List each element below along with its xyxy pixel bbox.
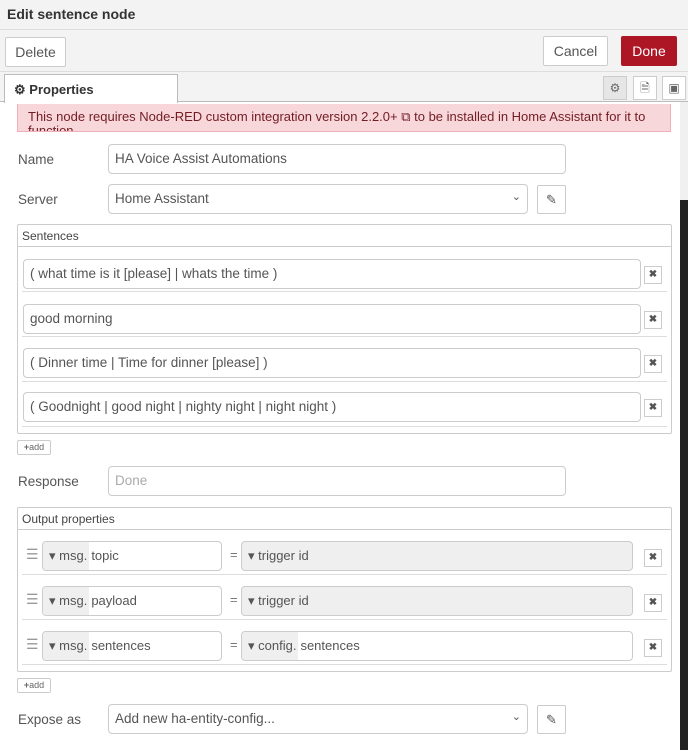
sentence-input[interactable]: ( Goodnight | good night | nighty night … [23, 392, 641, 422]
remove-close-icon[interactable]: ✖ [644, 594, 662, 612]
sentences-list: Sentences ( what time is it [please] | w… [17, 224, 672, 434]
name-label: Name [18, 152, 55, 167]
remove-close-icon[interactable]: ✖ [644, 549, 662, 567]
property-input[interactable]: ▾ msg. payload [42, 586, 222, 616]
expose-value: Add new ha-entity-config... [115, 711, 275, 726]
sentences-header: Sentences [18, 225, 671, 247]
property-input[interactable]: ▾ msg. sentences [42, 631, 222, 661]
output-properties-list: Output properties ☰ ▾ msg. topic = ▾ trig… [17, 507, 672, 672]
sentence-input[interactable]: good morning [23, 304, 641, 334]
output-row: ☰ ▾ msg. payload = ▾ trigger id ✖ [22, 576, 667, 620]
chevron-down-icon: ⌄ [511, 711, 521, 723]
server-value: Home Assistant [115, 191, 209, 206]
output-properties-header: Output properties [18, 508, 671, 530]
drag-handle-icon[interactable]: ☰ [26, 546, 39, 563]
remove-close-icon[interactable]: ✖ [644, 355, 662, 373]
value-input[interactable]: ▾ trigger id [241, 541, 633, 571]
drag-handle-icon[interactable]: ☰ [26, 636, 39, 653]
chevron-down-icon: ⌄ [511, 191, 521, 203]
add-sentence-button[interactable]: +add [17, 440, 51, 455]
remove-close-icon[interactable]: ✖ [644, 639, 662, 657]
equals-sign: = [230, 637, 238, 652]
remove-close-icon[interactable]: ✖ [644, 311, 662, 329]
toolbar: Delete Cancel Done [0, 30, 688, 72]
appearance-frame-icon[interactable]: ▣ [662, 76, 686, 100]
settings-tab-gear-icon[interactable]: ⚙ [603, 76, 627, 100]
expose-label: Expose as [18, 712, 82, 727]
properties-panel: This node requires Node-RED custom integ… [0, 102, 680, 750]
remove-close-icon[interactable]: ✖ [644, 266, 662, 284]
edit-expose-pencil-icon[interactable]: ✎ [537, 705, 566, 734]
equals-sign: = [230, 592, 238, 607]
scrollbar-thumb[interactable] [680, 200, 688, 750]
output-row: ☰ ▾ msg. sentences = ▾ config. sentences ✖ [22, 621, 667, 665]
remove-close-icon[interactable]: ✖ [644, 399, 662, 417]
description-document-icon[interactable]: 🗎 [633, 76, 657, 100]
tab-label: Properties [29, 82, 94, 97]
server-select[interactable]: Home Assistant ⌄ [108, 184, 528, 214]
delete-button[interactable]: Delete [5, 37, 66, 67]
response-placeholder: Done [115, 473, 148, 488]
output-row: ☰ ▾ msg. topic = ▾ trigger id ✖ [22, 531, 667, 575]
value-input[interactable]: ▾ config. sentences [241, 631, 633, 661]
done-button[interactable]: Done [621, 36, 677, 66]
integration-notice: This node requires Node-RED custom integ… [17, 104, 671, 132]
list-item: ( Dinner time | Time for dinner [please]… [22, 338, 667, 382]
server-label: Server [18, 192, 58, 207]
property-input[interactable]: ▾ msg. topic [42, 541, 222, 571]
edit-server-pencil-icon[interactable]: ✎ [537, 185, 566, 214]
gear-icon: ⚙ [14, 82, 26, 97]
sentence-input[interactable]: ( what time is it [please] | whats the t… [23, 259, 641, 289]
drag-handle-icon[interactable]: ☰ [26, 591, 39, 608]
tab-bar: ⚙ Properties ⚙ 🗎 ▣ [0, 72, 688, 103]
cancel-button[interactable]: Cancel [543, 36, 608, 66]
expose-select[interactable]: Add new ha-entity-config... ⌄ [108, 704, 528, 734]
response-label: Response [18, 474, 79, 489]
list-item: ( Goodnight | good night | nighty night … [22, 383, 667, 427]
add-output-button[interactable]: +add [17, 678, 51, 693]
response-input[interactable]: Done [108, 466, 566, 496]
dialog-title: Edit sentence node [0, 0, 688, 30]
tab-properties[interactable]: ⚙ Properties [4, 74, 178, 103]
list-item: good morning ✖ [22, 293, 667, 337]
name-input[interactable]: HA Voice Assist Automations [108, 144, 566, 174]
value-input[interactable]: ▾ trigger id [241, 586, 633, 616]
list-item: ( what time is it [please] | whats the t… [22, 248, 667, 292]
sentence-input[interactable]: ( Dinner time | Time for dinner [please]… [23, 348, 641, 378]
equals-sign: = [230, 547, 238, 562]
